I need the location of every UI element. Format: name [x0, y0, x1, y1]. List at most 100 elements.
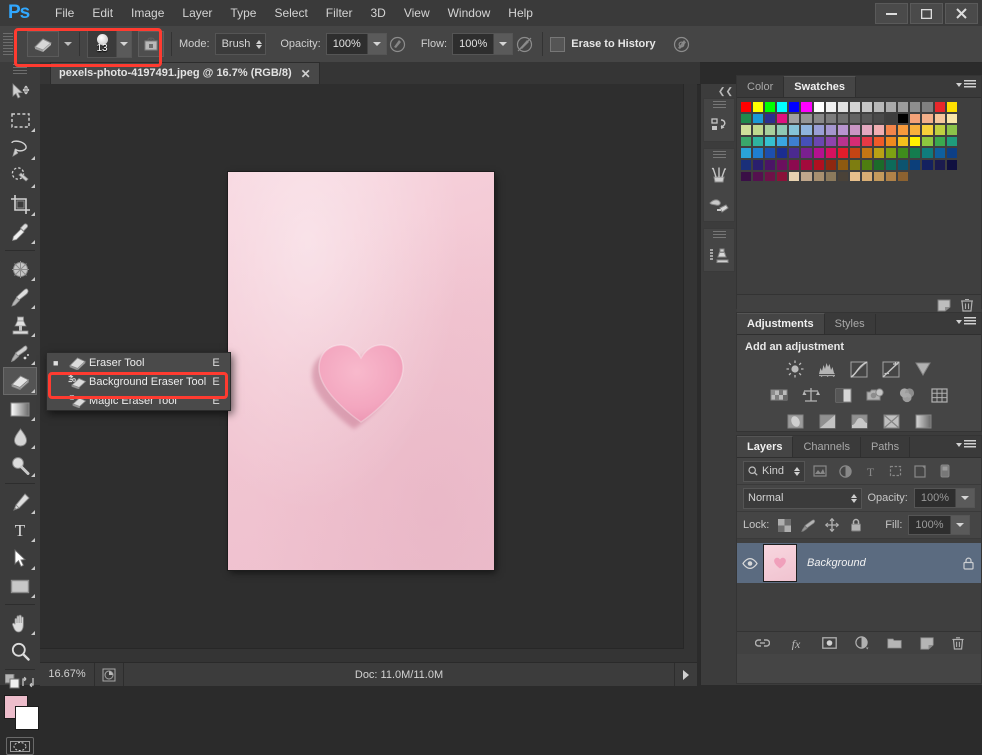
- layer-lock-icon[interactable]: [955, 557, 981, 570]
- color-swatch[interactable]: [776, 170, 789, 183]
- shape-filter-icon[interactable]: [885, 462, 905, 481]
- color-swatch[interactable]: [873, 147, 886, 159]
- color-swatch[interactable]: [776, 112, 789, 125]
- color-swatch[interactable]: [824, 147, 837, 159]
- tool-pen[interactable]: [3, 488, 37, 516]
- photo-filter-icon[interactable]: [864, 385, 886, 405]
- color-swatch[interactable]: [885, 147, 898, 159]
- flow-dropdown[interactable]: [493, 34, 513, 54]
- color-swatch[interactable]: [752, 135, 765, 148]
- color-swatch[interactable]: [945, 135, 958, 148]
- dock-grip-1[interactable]: [712, 101, 726, 109]
- layer-name[interactable]: Background: [797, 557, 955, 569]
- color-swatch[interactable]: [933, 147, 946, 159]
- color-swatch[interactable]: [873, 135, 886, 148]
- color-swatch[interactable]: [740, 112, 753, 125]
- color-swatch[interactable]: [848, 147, 861, 159]
- color-swatch[interactable]: [764, 135, 777, 148]
- color-swatch[interactable]: [752, 112, 765, 125]
- color-swatch[interactable]: [885, 124, 898, 136]
- black-white-icon[interactable]: [832, 385, 854, 405]
- menu-help[interactable]: Help: [499, 0, 542, 26]
- color-swatch[interactable]: [764, 112, 777, 125]
- color-swatch[interactable]: [848, 170, 861, 183]
- color-swatch[interactable]: [873, 101, 886, 113]
- color-swatch[interactable]: [860, 112, 874, 125]
- color-swatch[interactable]: [897, 158, 910, 171]
- flyout-item-magic-eraser-tool[interactable]: Magic Eraser Tool E: [47, 391, 230, 410]
- color-swatch[interactable]: [921, 170, 934, 183]
- color-swatch[interactable]: [824, 101, 837, 113]
- canvas-vertical-scrollbar[interactable]: [683, 84, 697, 662]
- close-button[interactable]: [945, 3, 978, 24]
- color-swatch[interactable]: [873, 158, 886, 171]
- menu-view[interactable]: View: [395, 0, 439, 26]
- color-swatch[interactable]: [812, 170, 825, 183]
- brush-presets-icon[interactable]: [704, 191, 734, 221]
- color-swatch[interactable]: [800, 158, 813, 171]
- brush-panel-icon[interactable]: [704, 161, 734, 191]
- new-adjustment-icon[interactable]: [854, 636, 869, 650]
- tool-move[interactable]: [3, 78, 37, 106]
- tab-paths[interactable]: Paths: [860, 437, 911, 457]
- tablet-pressure-icon[interactable]: [671, 33, 693, 55]
- selective-color-icon[interactable]: [880, 411, 902, 431]
- layer-row-background[interactable]: Background: [737, 543, 981, 583]
- color-balance-icon[interactable]: [800, 385, 822, 405]
- menu-edit[interactable]: Edit: [83, 0, 122, 26]
- delete-layer-icon[interactable]: [951, 636, 964, 650]
- color-swatch[interactable]: [800, 101, 813, 113]
- status-menu-arrow-icon[interactable]: [674, 663, 697, 686]
- new-layer-icon[interactable]: [919, 636, 934, 650]
- swap-colors-icon[interactable]: [21, 675, 35, 689]
- exposure-icon[interactable]: [880, 359, 902, 379]
- color-swatch[interactable]: [764, 101, 777, 113]
- color-swatch[interactable]: [764, 170, 777, 183]
- tool-preset-picker[interactable]: [27, 31, 59, 57]
- color-swatch[interactable]: [836, 112, 849, 125]
- eraser-tool-flyout-menu[interactable]: ■ Eraser Tool E Background Eraser Tool E…: [46, 352, 231, 411]
- color-swatch[interactable]: [897, 112, 910, 125]
- lock-transparency-icon[interactable]: [775, 516, 793, 534]
- layers-panel-menu-icon[interactable]: [956, 440, 976, 449]
- tool-zoom[interactable]: [3, 637, 37, 665]
- tab-adjustments[interactable]: Adjustments: [737, 313, 825, 334]
- color-swatch[interactable]: [860, 135, 874, 148]
- menu-layer[interactable]: Layer: [173, 0, 221, 26]
- layer-list[interactable]: Background: [737, 539, 981, 631]
- color-swatch[interactable]: [860, 124, 874, 136]
- zoom-level[interactable]: 16.67%: [40, 663, 95, 686]
- background-color-swatch[interactable]: [15, 706, 39, 730]
- color-swatch[interactable]: [812, 158, 825, 171]
- channel-mixer-icon[interactable]: [896, 385, 918, 405]
- tab-channels[interactable]: Channels: [793, 437, 861, 457]
- lock-all-icon[interactable]: [847, 516, 865, 534]
- pixel-filter-icon[interactable]: [810, 462, 830, 481]
- minimize-button[interactable]: [875, 3, 908, 24]
- color-swatch[interactable]: [909, 170, 922, 183]
- color-swatch[interactable]: [836, 135, 849, 148]
- options-bar-grip[interactable]: [3, 33, 13, 55]
- color-swatch[interactable]: [909, 135, 922, 148]
- adjustments-panel-menu-icon[interactable]: [956, 317, 976, 326]
- menu-window[interactable]: Window: [439, 0, 500, 26]
- color-swatch[interactable]: [945, 124, 958, 136]
- color-swatch[interactable]: [824, 112, 837, 125]
- color-swatch[interactable]: [836, 147, 849, 159]
- menu-3d[interactable]: 3D: [361, 0, 394, 26]
- color-swatch[interactable]: [909, 124, 922, 136]
- tool-quick-selection[interactable]: [3, 162, 37, 190]
- color-swatch[interactable]: [776, 135, 789, 148]
- levels-icon[interactable]: [816, 359, 838, 379]
- brush-size-picker[interactable]: 13: [87, 30, 132, 58]
- history-panel-icon[interactable]: [704, 111, 734, 141]
- color-swatch[interactable]: [788, 112, 801, 125]
- blend-mode-select[interactable]: Normal: [743, 487, 862, 509]
- layer-opacity-dropdown[interactable]: [955, 489, 974, 507]
- lock-image-icon[interactable]: [799, 516, 817, 534]
- color-swatch[interactable]: [764, 124, 777, 136]
- clone-source-icon[interactable]: [704, 241, 734, 271]
- color-swatch[interactable]: [740, 170, 753, 183]
- color-swatch[interactable]: [812, 147, 825, 159]
- color-swatch[interactable]: [800, 124, 813, 136]
